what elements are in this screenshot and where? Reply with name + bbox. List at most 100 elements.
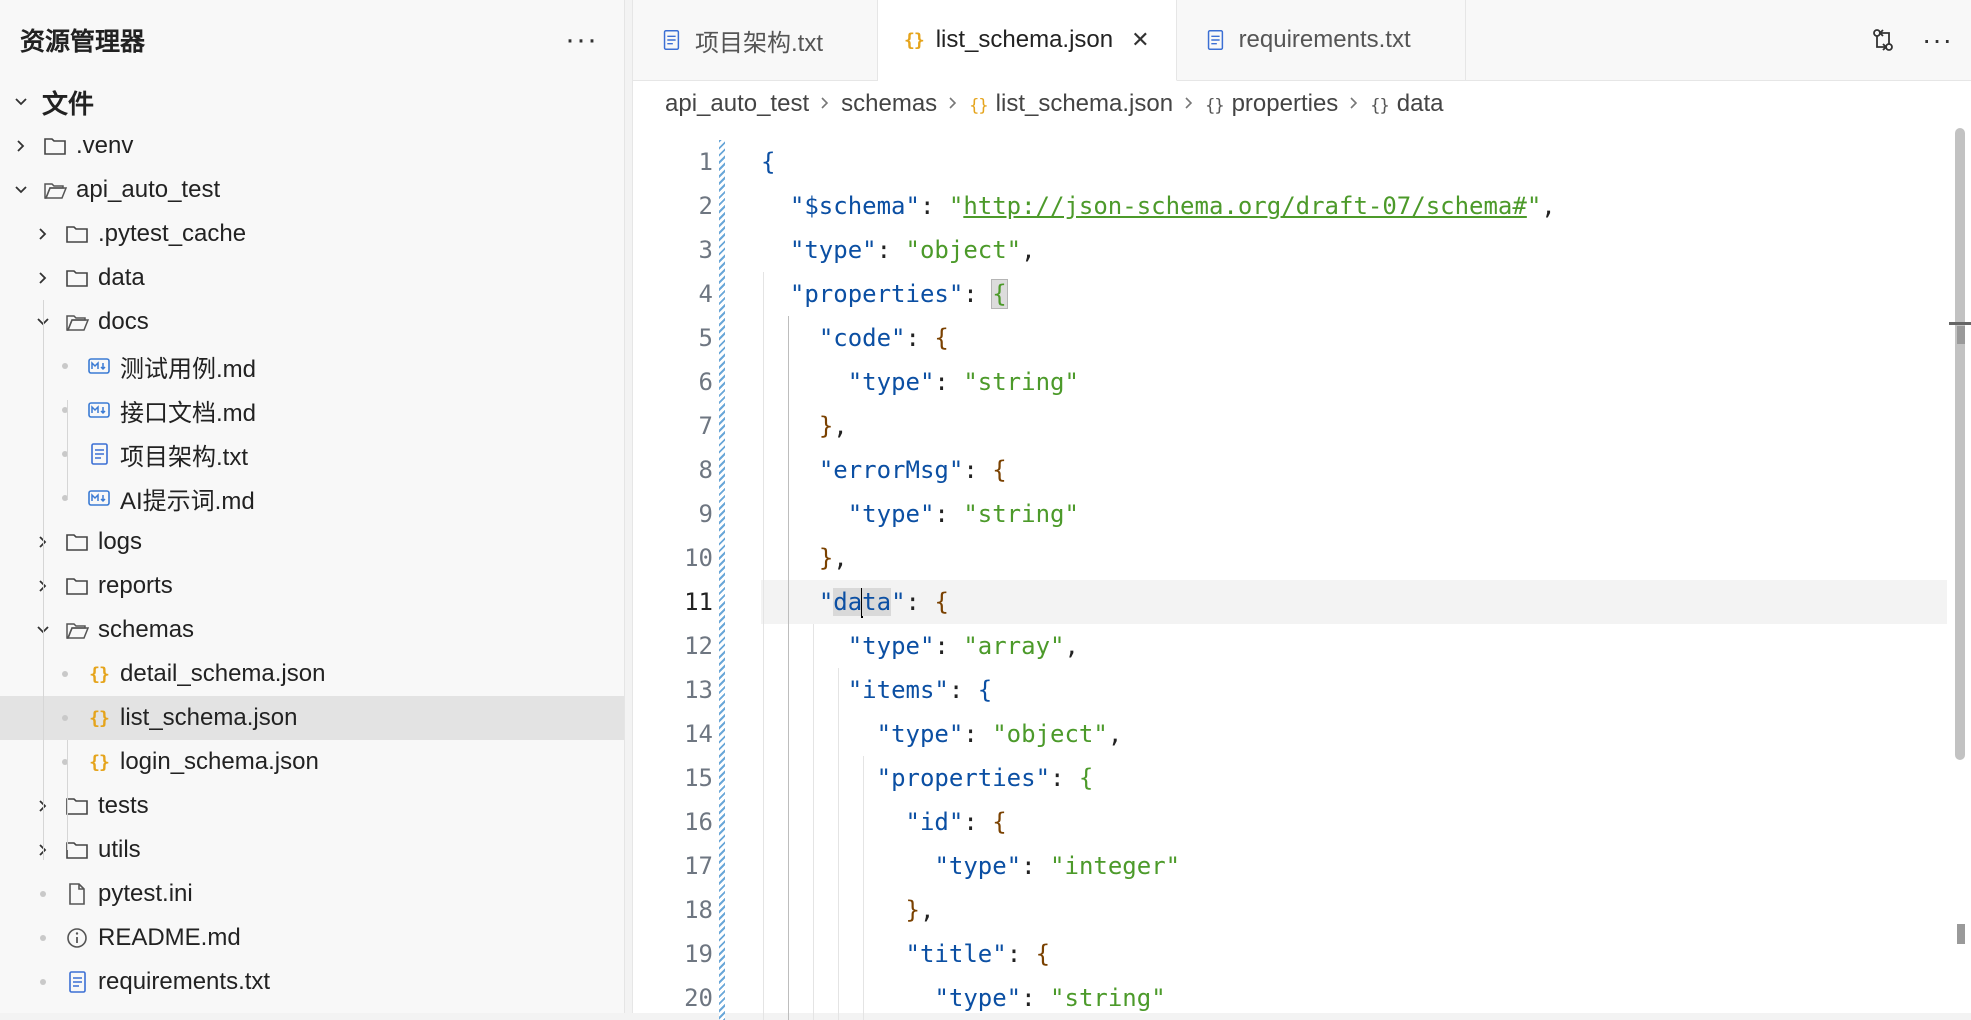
code-line[interactable]: "properties": { [761,756,1947,800]
code-line[interactable]: "type": "string" [761,360,1947,404]
markdown-file-icon [86,485,112,511]
code-line[interactable]: "type": "string" [761,492,1947,536]
code-line[interactable]: "code": { [761,316,1947,360]
tree-file[interactable]: 测试用例.md [0,344,624,388]
code-line[interactable]: "type": "array", [761,624,1947,668]
editor-tab[interactable]: 项目架构.txt [633,0,879,80]
folder-open-icon [64,617,90,643]
code-editor[interactable]: 1 2 3 4 5 6 7 8 9 10 11 12 13 14 15 16 17 18 19 20 { "$sche… [633,140,1971,1020]
line-number: 12 [684,632,713,660]
tree-folder[interactable]: .pytest_cache [0,212,624,256]
tree-file[interactable]: 接口文档.md [0,388,624,432]
tree-file[interactable]: README.md [0,916,624,960]
code-lines[interactable]: { "$schema": "http://json-schema.org/dra… [761,140,1947,1020]
line-number: 10 [684,544,713,572]
editor-more-button[interactable]: ··· [1922,26,1953,54]
tree-bullet-icon [34,935,52,941]
folder-icon [64,221,90,247]
tree-folder[interactable]: .venv [0,124,624,168]
tree-folder[interactable]: data [0,256,624,300]
tab-actions: ··· [1870,0,1953,80]
tree-file[interactable]: {} login_schema.json [0,740,624,784]
info-file-icon [64,925,90,951]
chevron-right-icon [1183,93,1195,116]
chevron-right-icon [1348,93,1360,116]
close-icon[interactable]: ✕ [1131,27,1149,53]
tree-folder[interactable]: tests [0,784,624,828]
chevron-right-icon [12,137,30,155]
code-line[interactable]: "properties": { [761,272,1947,316]
indent-guide [788,316,789,1020]
code-line[interactable]: "items": { [761,668,1947,712]
code-line[interactable]: "title": { [761,932,1947,976]
chevron-right-icon [34,269,52,287]
tree-file[interactable]: 项目架构.txt [0,432,624,476]
breadcrumb-label: properties [1231,90,1339,117]
tree-folder[interactable]: reports [0,564,624,608]
code-line[interactable]: { [761,140,1947,184]
tree-folder[interactable]: api_auto_test [0,168,624,212]
tree-folder[interactable]: utils [0,828,624,872]
tree-file[interactable]: {} detail_schema.json [0,652,624,696]
explorer-more-button[interactable]: ··· [565,25,598,55]
breadcrumb-label: list_schema.json [995,90,1174,117]
breadcrumb-item[interactable]: {} list_schema.json [969,90,1173,118]
breadcrumb-item[interactable]: {} properties [1205,90,1338,118]
editor-tab[interactable]: requirements.txt [1177,0,1466,80]
line-number: 15 [684,764,713,792]
indent-guide [863,756,864,1020]
braces-icon: {} [1370,96,1390,116]
explorer-sidebar: 资源管理器 ··· 文件 .venv api_auto_test .pytest_c… [0,0,625,1013]
code-line[interactable]: "type": "integer" [761,844,1947,888]
line-number: 8 [698,456,713,484]
text-file-icon [64,969,90,995]
overview-ruler-mark [1957,326,1965,344]
tree-item-label: data [98,264,145,291]
tree-file[interactable]: {} list_schema.json [0,696,624,740]
code-line[interactable]: }, [761,888,1947,932]
line-number: 14 [684,720,713,748]
line-number: 17 [684,852,713,880]
code-line[interactable]: }, [761,404,1947,448]
breadcrumb-item[interactable]: {} data [1370,90,1443,118]
code-line[interactable]: "id": { [761,800,1947,844]
code-line[interactable]: "type": "object", [761,228,1947,272]
file-tree: 文件 .venv api_auto_test .pytest_cachedata do… [0,80,624,1004]
files-section-header[interactable]: 文件 [0,80,624,124]
breadcrumb-item[interactable]: api_auto_test [665,90,809,118]
chevron-right-icon [34,225,52,243]
tree-item-label: .pytest_cache [98,220,247,247]
tree-item-label: README.md [98,924,241,951]
tree-bullet-icon [56,451,74,457]
tree-file[interactable]: AI提示词.md [0,476,624,520]
tree-bullet-icon [56,363,74,369]
compare-changes-icon[interactable] [1870,27,1896,53]
line-number: 5 [698,324,713,352]
line-number: 18 [684,896,713,924]
tree-item-label: 项目架构.txt [120,443,249,471]
line-number: 16 [684,808,713,836]
vertical-scrollbar[interactable] [1955,128,1965,760]
folder-icon [64,573,90,599]
line-number: 1 [698,148,713,176]
tree-item-label: list_schema.json [120,704,298,731]
editor-tab[interactable]: {} list_schema.json ✕ [878,0,1177,81]
tree-folder[interactable]: docs [0,300,624,344]
tree-item-label: api_auto_test [76,176,221,203]
breadcrumb-item[interactable]: schemas [841,90,937,118]
code-line[interactable]: "data": { [761,580,1947,624]
text-file-icon [1203,28,1227,52]
code-line[interactable]: "errorMsg": { [761,448,1947,492]
json-file-icon: {} [904,29,925,51]
line-number: 11 [684,588,713,616]
tree-file[interactable]: requirements.txt [0,960,624,1004]
code-line[interactable]: "type": "string" [761,976,1947,1020]
code-line[interactable]: }, [761,536,1947,580]
tab-label: requirements.txt [1238,26,1411,53]
tree-item-label: login_schema.json [120,748,319,775]
tree-file[interactable]: pytest.ini [0,872,624,916]
tree-folder[interactable]: logs [0,520,624,564]
code-line[interactable]: "type": "object", [761,712,1947,756]
tree-folder[interactable]: schemas [0,608,624,652]
code-line[interactable]: "$schema": "http://json-schema.org/draft… [761,184,1947,228]
